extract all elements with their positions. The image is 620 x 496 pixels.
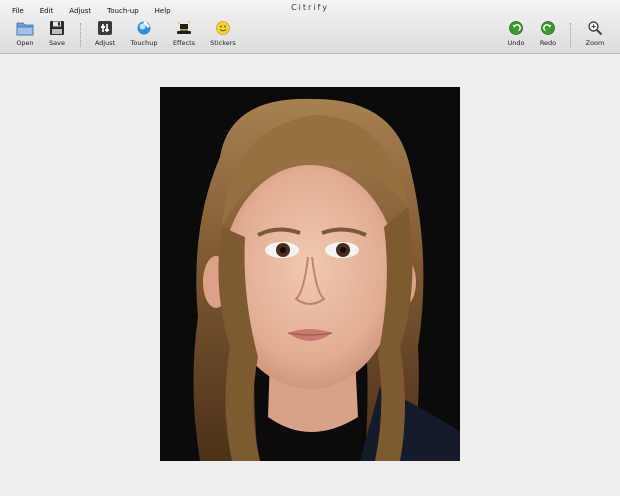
stickers-label: Stickers <box>210 39 236 47</box>
save-label: Save <box>49 39 65 47</box>
undo-label: Undo <box>507 39 525 47</box>
touchup-button[interactable]: Touchup <box>127 19 161 51</box>
effects-label: Effects <box>172 39 196 47</box>
menu-touch-up[interactable]: Touch-up <box>100 5 146 17</box>
touchup-icon <box>135 19 153 37</box>
editor-canvas <box>0 54 620 496</box>
magic-hat-icon <box>175 19 193 37</box>
toolbar-separator <box>570 23 571 47</box>
redo-arrow-icon <box>539 19 557 37</box>
folder-icon <box>16 19 34 37</box>
undo-arrow-icon <box>507 19 525 37</box>
open-button[interactable]: Open <box>8 19 42 51</box>
app-header: Citrify File Edit Adjust Touch-up Help O… <box>0 0 620 54</box>
adjust-label: Adjust <box>94 39 116 47</box>
floppy-disk-icon <box>48 19 66 37</box>
save-button[interactable]: Save <box>40 19 74 51</box>
touchup-label: Touchup <box>130 39 158 47</box>
toolbar: Open Save Adjust Touchup Effects Sticker… <box>0 19 620 51</box>
menu-adjust[interactable]: Adjust <box>62 5 98 17</box>
redo-label: Redo <box>539 39 557 47</box>
menu-help[interactable]: Help <box>148 5 178 17</box>
adjust-icon <box>96 19 114 37</box>
stickers-button[interactable]: Stickers <box>206 19 240 51</box>
adjust-button[interactable]: Adjust <box>88 19 122 51</box>
menu-edit[interactable]: Edit <box>33 5 61 17</box>
menu-file[interactable]: File <box>5 5 31 17</box>
smiley-icon <box>214 19 232 37</box>
magnifier-icon <box>586 19 604 37</box>
menu-bar: File Edit Adjust Touch-up Help <box>5 5 180 17</box>
undo-button[interactable]: Undo <box>499 19 533 51</box>
open-label: Open <box>16 39 34 47</box>
zoom-label: Zoom <box>585 39 605 47</box>
portrait-illustration <box>160 87 460 461</box>
photo-image[interactable] <box>160 87 460 461</box>
redo-button[interactable]: Redo <box>531 19 565 51</box>
zoom-button[interactable]: Zoom <box>578 19 612 51</box>
toolbar-separator <box>80 23 81 47</box>
effects-button[interactable]: Effects <box>167 19 201 51</box>
